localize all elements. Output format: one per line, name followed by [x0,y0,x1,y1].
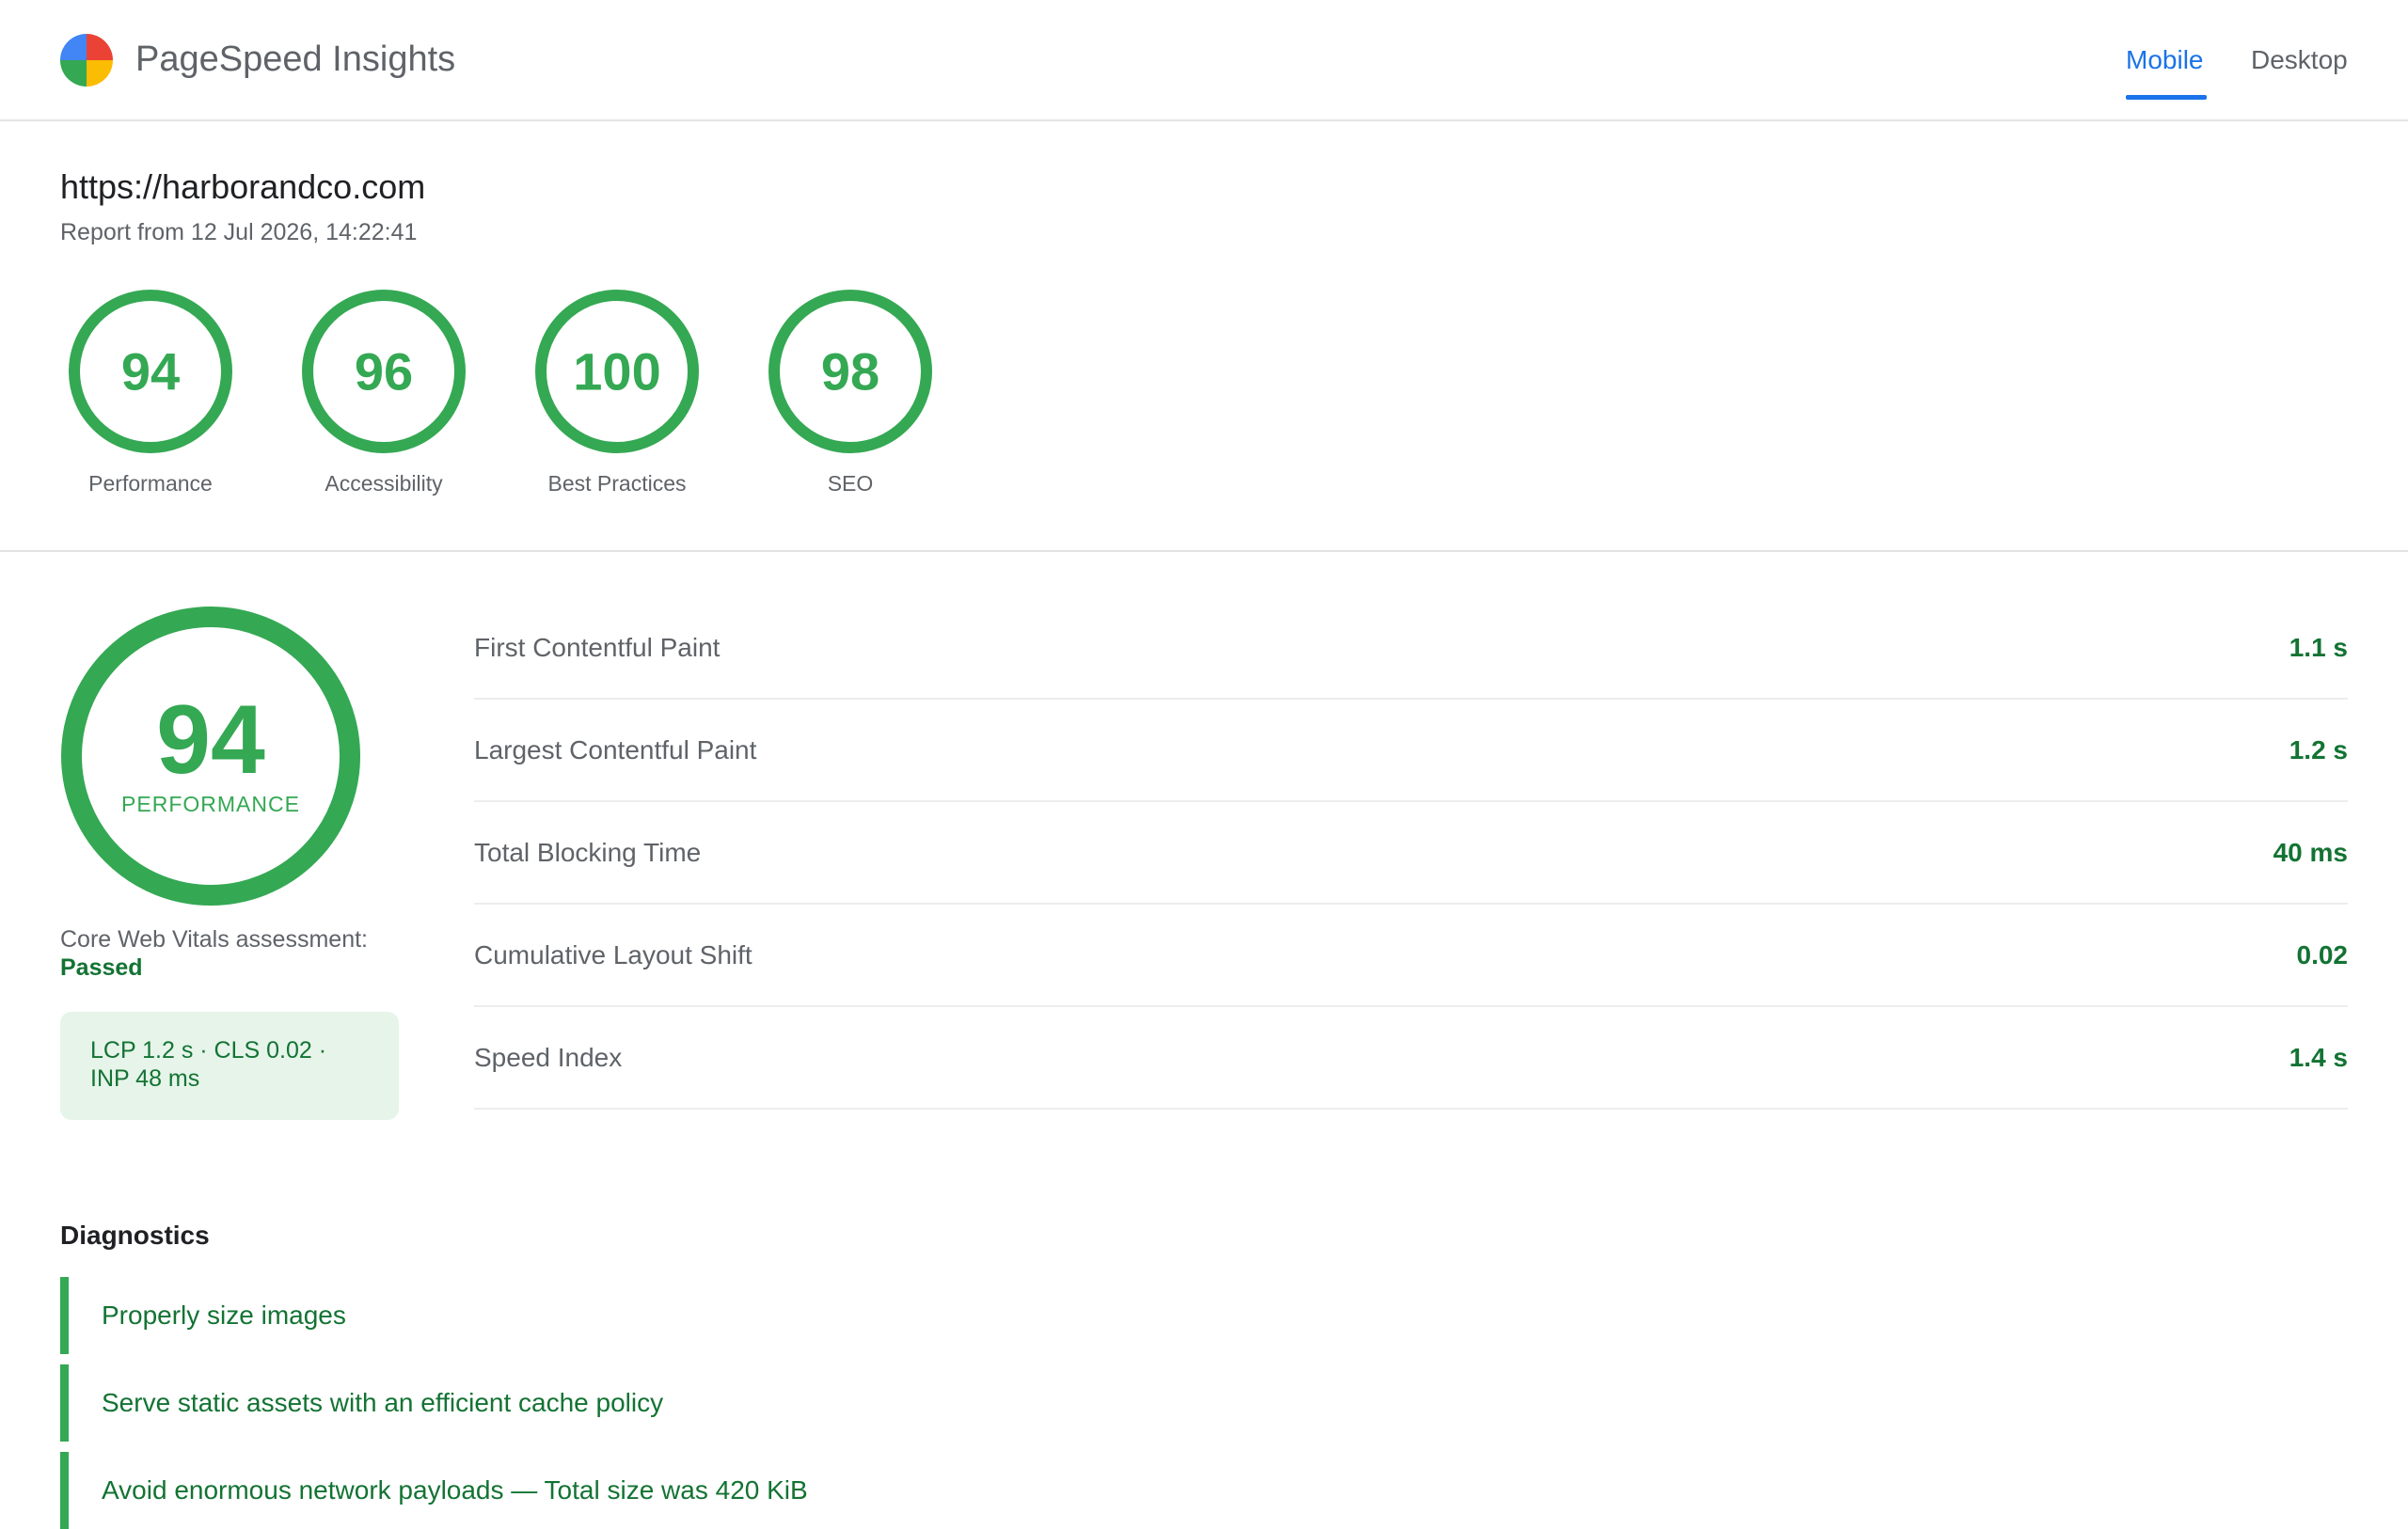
cwv-status: Passed [60,954,143,981]
gauge-best-practices[interactable]: 100 Best Practices [523,287,711,497]
metric-name: Speed Index [474,1043,623,1072]
diagnostic-label: Properly size images [102,1300,346,1330]
metric-value: 0.02 [2296,940,2349,969]
score-ring-icon: 100 [535,290,699,453]
section-divider [0,550,2408,552]
metric-row: Largest Contentful Paint 1.2 s [474,700,2348,802]
gauge-seo[interactable]: 98 SEO [756,287,944,497]
gauge-label: Accessibility [325,471,443,496]
cwv-assessment-label: Core Web Vitals assessment: [60,926,368,953]
diagnostics-title: Diagnostics [60,1221,210,1250]
gauge-score: 96 [355,342,413,402]
gauge-score: 94 [121,342,180,402]
gauge-score: 98 [821,342,879,402]
diagnostic-item[interactable]: Avoid enormous network payloads — Total … [60,1452,1377,1529]
gauge-label: SEO [827,471,874,496]
diagnostic-item[interactable]: Serve static assets with an efficient ca… [60,1364,1377,1442]
metric-row: Cumulative Layout Shift 0.02 [474,905,2348,1007]
gauge-label: Performance [88,471,213,496]
cwv-summary-box: LCP 1.2 s · CLS 0.02 · INP 48 ms [60,1012,399,1120]
metric-row: Speed Index 1.4 s [474,1007,2348,1110]
tab-mobile[interactable]: Mobile [2126,41,2203,79]
performance-score: 94 [156,686,265,795]
diagnostic-label: Serve static assets with an efficient ca… [102,1388,664,1417]
metric-name: Total Blocking Time [474,838,702,867]
metric-value: 1.2 s [2289,735,2348,764]
top-bar: PageSpeed Insights Mobile Desktop [0,0,2408,121]
metric-value: 1.4 s [2289,1043,2348,1072]
pagespeed-logo-icon [60,34,113,87]
metric-row: Total Blocking Time 40 ms [474,802,2348,905]
metric-row: First Contentful Paint 1.1 s [474,597,2348,700]
gauge-score: 100 [573,342,660,402]
metric-value: 1.1 s [2289,633,2348,662]
metric-name: Largest Contentful Paint [474,735,757,764]
metric-name: Cumulative Layout Shift [474,940,752,969]
score-ring-icon: 98 [768,290,932,453]
diagnostic-item[interactable]: Properly size images [60,1277,1377,1354]
metric-value: 40 ms [2273,838,2348,867]
performance-caption: PERFORMANCE [121,792,300,816]
performance-gauge: 94 [60,606,361,906]
gauge-label: Best Practices [547,471,687,496]
tab-desktop[interactable]: Desktop [2251,41,2348,79]
score-ring-icon: 96 [302,290,466,453]
score-ring-icon: 94 [69,290,232,453]
report-date: Report from 12 Jul 2026, 14:22:41 [60,219,418,245]
gauge-performance[interactable]: 94 Performance [56,287,245,497]
cwv-summary-text: LCP 1.2 s · CLS 0.02 · INP 48 ms [90,1037,327,1092]
gauge-accessibility[interactable]: 96 Accessibility [290,287,478,497]
diagnostic-label: Avoid enormous network payloads — Total … [102,1475,808,1505]
app-title: PageSpeed Insights [135,39,456,79]
metric-name: First Contentful Paint [474,633,721,662]
active-tab-indicator [2126,95,2207,100]
report-url[interactable]: https://harborandco.com [60,166,425,209]
